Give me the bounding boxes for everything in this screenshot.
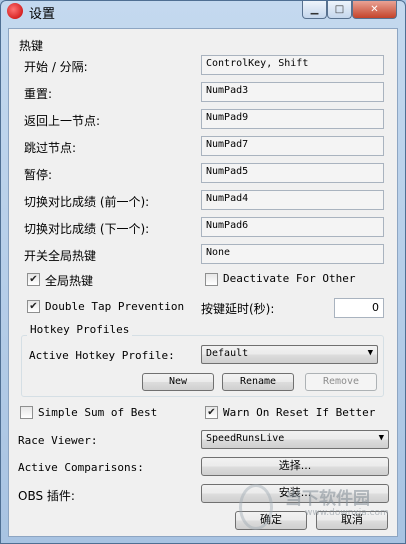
hotkey-field-next-comparison[interactable]: NumPad6 xyxy=(201,217,384,237)
global-hotkeys-checkbox[interactable]: ✔ xyxy=(27,273,40,286)
dialog-client-area: 热键 开始 / 分隔: ControlKey, Shift 重置: NumPad… xyxy=(8,28,398,537)
warn-on-reset-label: Warn On Reset If Better xyxy=(223,406,376,419)
watermark-url: www.downxia.com xyxy=(305,508,389,518)
hotkey-delay-input[interactable]: 0 xyxy=(334,298,384,318)
hotkey-field-skip-split[interactable]: NumPad7 xyxy=(201,136,384,156)
rename-profile-button[interactable]: Rename xyxy=(222,373,294,391)
watermark-brand: 当下软件园 xyxy=(285,489,370,509)
select-comparisons-button[interactable]: 选择... xyxy=(201,457,389,476)
obs-plugin-label: OBS 插件: xyxy=(18,489,75,503)
hotkeys-section-label: 热键 xyxy=(19,39,44,53)
window-title: 设置 xyxy=(29,7,56,22)
race-viewer-label: Race Viewer: xyxy=(18,434,98,447)
remove-profile-button[interactable]: Remove xyxy=(305,373,377,391)
hotkey-label-toggle-global: 开关全局热键 xyxy=(24,249,97,263)
hotkey-label-next-comparison: 切换对比成绩 (下一个): xyxy=(24,222,150,236)
deactivate-for-other-checkbox[interactable] xyxy=(205,273,218,286)
active-hotkey-profile-dropdown[interactable]: Default ▼ xyxy=(201,345,378,364)
hotkey-label-skip-split: 跳过节点: xyxy=(24,141,77,155)
deactivate-for-other-label: Deactivate For Other xyxy=(223,272,356,285)
double-tap-prevention-label: Double Tap Prevention xyxy=(45,300,185,313)
hotkey-label-pause: 暂停: xyxy=(24,168,53,182)
hotkey-label-undo-split: 返回上一节点: xyxy=(24,114,101,128)
app-icon xyxy=(7,3,23,19)
hotkey-field-pause[interactable]: NumPad5 xyxy=(201,163,384,183)
simple-sum-of-best-label: Simple Sum of Best xyxy=(38,406,158,419)
close-button[interactable]: ✕ xyxy=(352,1,397,19)
race-viewer-value: SpeedRunsLive xyxy=(206,433,285,444)
watermark-logo-icon xyxy=(239,484,273,530)
new-profile-button[interactable]: New xyxy=(142,373,214,391)
global-hotkeys-label: 全局热键 xyxy=(45,274,94,288)
hotkey-label-prev-comparison: 切换对比成绩 (前一个): xyxy=(24,195,150,209)
hotkey-field-reset[interactable]: NumPad3 xyxy=(201,82,384,102)
hotkey-label-start-split: 开始 / 分隔: xyxy=(24,60,88,74)
simple-sum-of-best-checkbox[interactable] xyxy=(20,406,33,419)
race-viewer-dropdown[interactable]: SpeedRunsLive ▼ xyxy=(201,430,389,449)
warn-on-reset-checkbox[interactable]: ✔ xyxy=(205,406,218,419)
chevron-down-icon: ▼ xyxy=(378,433,384,443)
active-hotkey-profile-value: Default xyxy=(206,348,249,359)
hotkey-field-undo-split[interactable]: NumPad9 xyxy=(201,109,384,129)
settings-window: 设置 ▁ □ ✕ 热键 开始 / 分隔: ControlKey, Shift 重… xyxy=(0,0,406,544)
double-tap-prevention-checkbox[interactable]: ✔ xyxy=(27,300,40,313)
chevron-down-icon: ▼ xyxy=(367,348,373,358)
hotkey-field-toggle-global[interactable]: None xyxy=(201,244,384,264)
hotkey-profiles-legend: Hotkey Profiles xyxy=(27,323,133,336)
active-hotkey-profile-label: Active Hotkey Profile: xyxy=(29,349,175,362)
title-bar: 设置 ▁ □ ✕ xyxy=(1,1,405,23)
maximize-button[interactable]: □ xyxy=(327,1,352,19)
hotkey-label-reset: 重置: xyxy=(24,87,53,101)
hotkey-delay-label: 按键延时(秒): xyxy=(201,302,275,316)
hotkey-field-start-split[interactable]: ControlKey, Shift xyxy=(201,55,384,75)
hotkey-field-prev-comparison[interactable]: NumPad4 xyxy=(201,190,384,210)
active-comparisons-label: Active Comparisons: xyxy=(18,461,144,474)
minimize-button[interactable]: ▁ xyxy=(302,1,327,19)
